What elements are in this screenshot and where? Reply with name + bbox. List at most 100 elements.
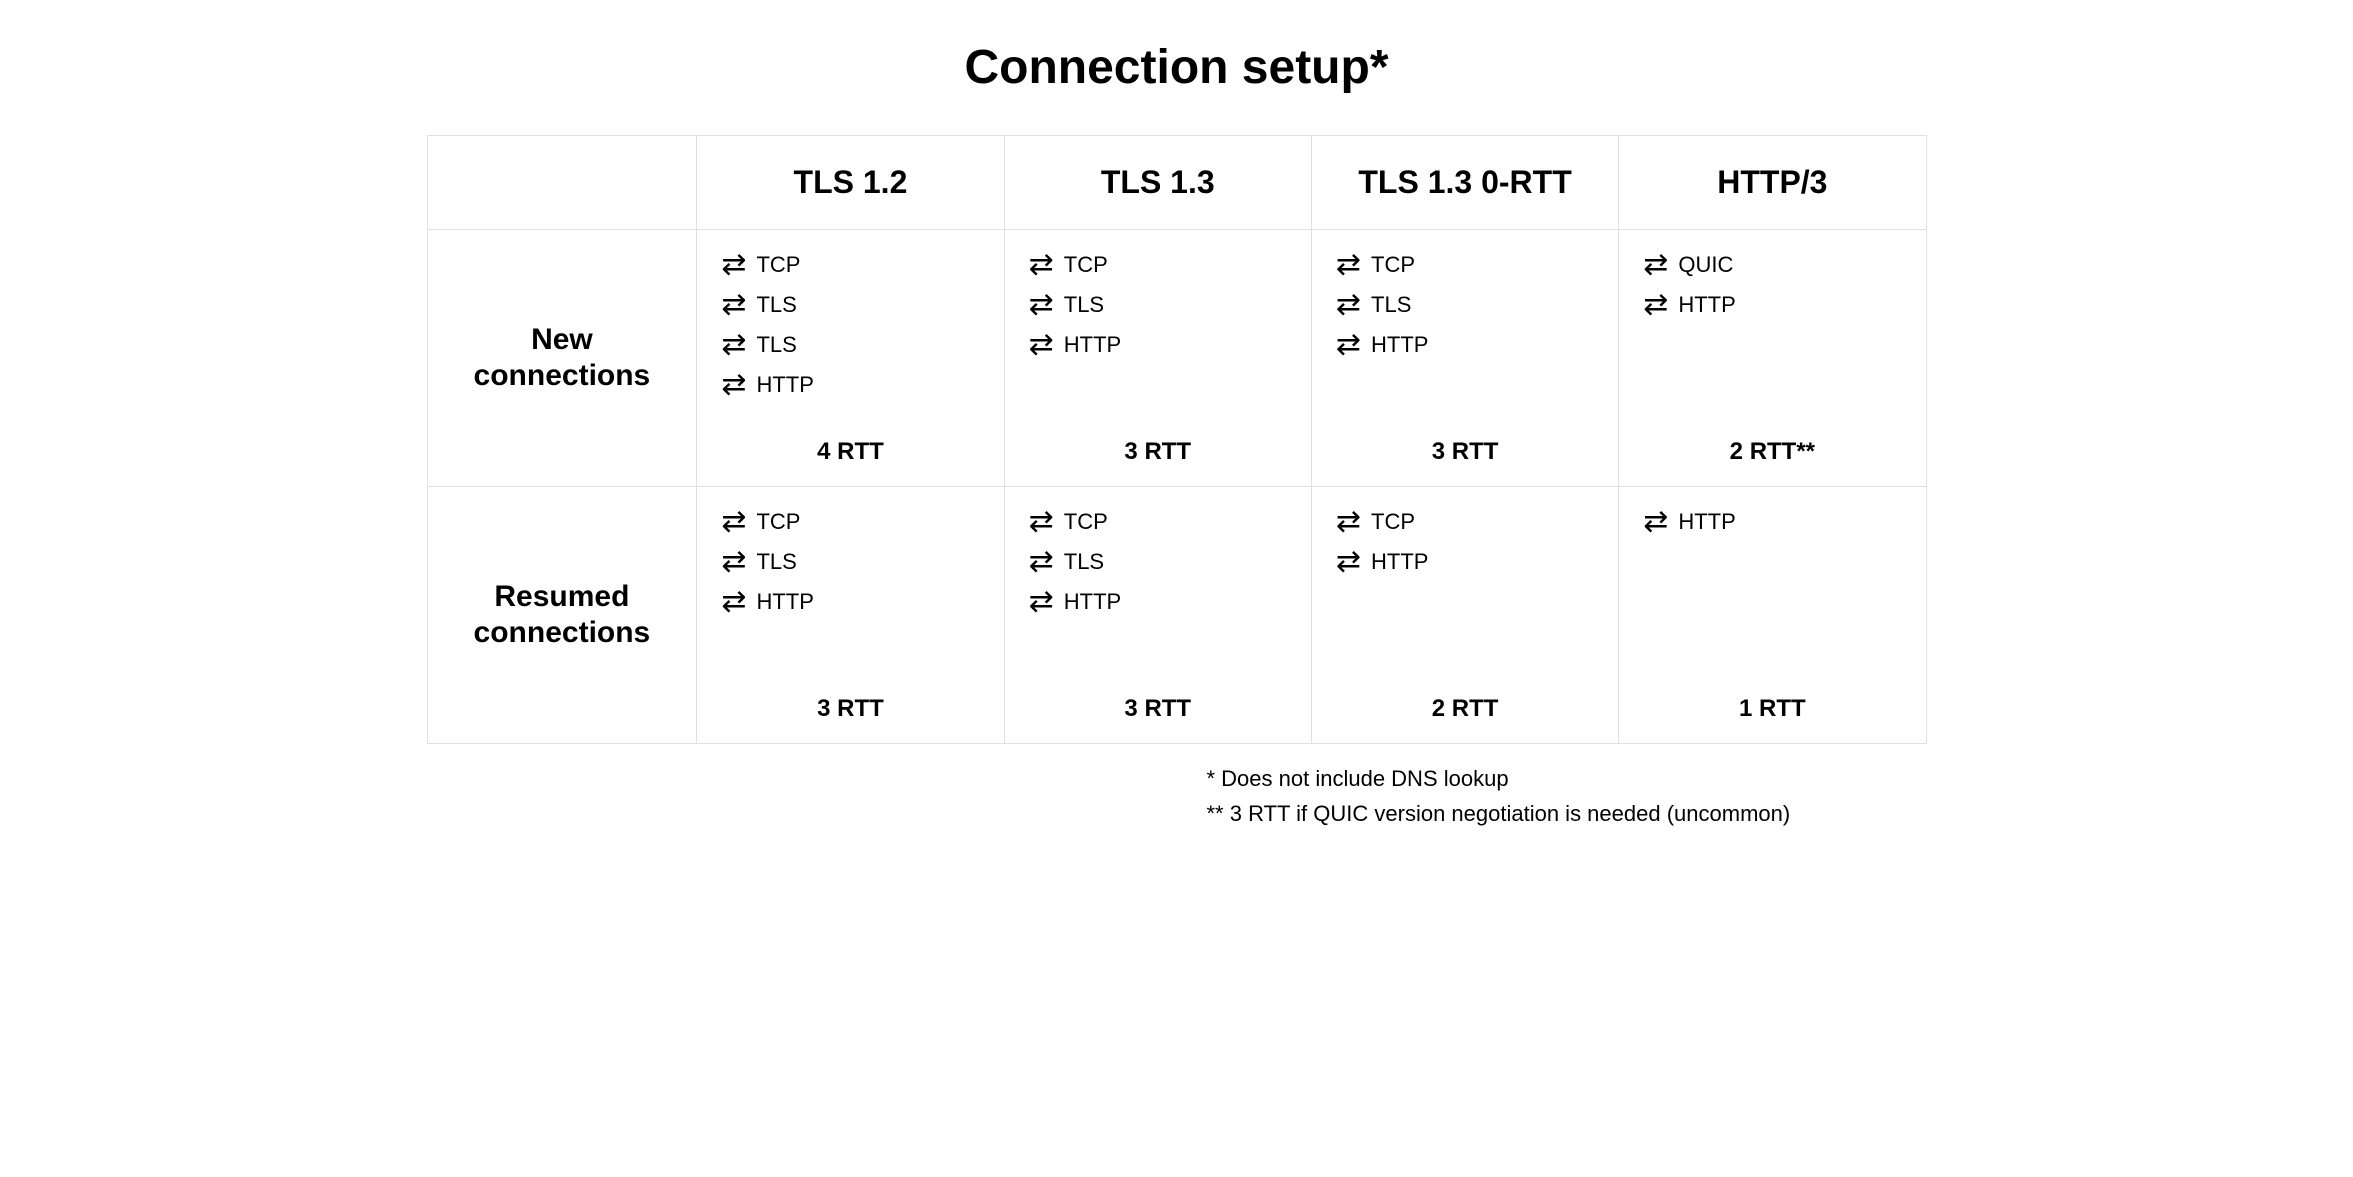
handshake-step: ⇄ TCP [721,250,979,280]
header-tls12: TLS 1.2 [697,136,1004,230]
bidirectional-arrows-icon: ⇄ [721,507,746,537]
cell-resumed-tls12: ⇄ TCP ⇄ TLS ⇄ HTTP 3 RTT [697,487,1004,744]
handshake-step: ⇄ TLS [1336,290,1594,320]
row-resumed-connections: Resumed connections ⇄TCP⇄TLS⇄HTTP 3 RTT … [427,487,1926,744]
rtt-value: 3 RTT [1336,438,1594,466]
header-tls13-0rtt: TLS 1.3 0-RTT [1311,136,1618,230]
bidirectional-arrows-icon: ⇄ [721,587,746,617]
steps-list: ⇄ TCP ⇄ TLS ⇄ HTTP [1029,250,1287,410]
handshake-step: ⇄ HTTP [1029,330,1287,360]
steps-list: ⇄ TCP ⇄ TLS ⇄ HTTP [721,507,979,667]
steps-list: ⇄ QUIC ⇄ HTTP [1643,250,1901,410]
protocol-label: TCP [1064,509,1108,535]
handshake-step: ⇄ TLS [1029,290,1287,320]
steps-list: ⇄ TCP ⇄ TLS ⇄ HTTP [1029,507,1287,667]
row-label-resumed: Resumed connections [427,487,697,744]
protocol-label: TCP [1371,252,1415,278]
comparison-table: TLS 1.2 TLS 1.3 TLS 1.3 0-RTT HTTP/3 New… [427,135,1927,744]
bidirectional-arrows-icon: ⇄ [1643,290,1668,320]
rtt-value: 3 RTT [1029,438,1287,466]
bidirectional-arrows-icon: ⇄ [721,330,746,360]
cell-new-http3: ⇄ QUIC ⇄ HTTP 2 RTT** [1619,230,1926,487]
rtt-value: 2 RTT** [1643,438,1901,466]
handshake-step: ⇄ HTTP [1336,547,1594,577]
bidirectional-arrows-icon: ⇄ [1336,547,1361,577]
diagram-title: Connection setup* [427,40,1927,95]
handshake-step: ⇄ HTTP [721,370,979,400]
protocol-label: TLS [756,292,796,318]
row-label-new: New connections [427,230,697,487]
cell-new-tls12: ⇄ TCP ⇄ TLS ⇄ TLS ⇄ HTTP 4 RTT [697,230,1004,487]
protocol-label: HTTP [1678,292,1735,318]
cell-new-tls13: ⇄ TCP ⇄ TLS ⇄ HTTP 3 RTT [1004,230,1311,487]
protocol-label: TLS [1064,292,1104,318]
protocol-label: TCP [1064,252,1108,278]
protocol-label: TLS [1064,549,1104,575]
handshake-step: ⇄ HTTP [1643,290,1901,320]
handshake-step: ⇄ TCP [1336,250,1594,280]
handshake-step: ⇄ HTTP [721,587,979,617]
bidirectional-arrows-icon: ⇄ [1336,330,1361,360]
bidirectional-arrows-icon: ⇄ [1029,330,1054,360]
rtt-value: 3 RTT [721,695,979,723]
rtt-value: 2 RTT [1336,695,1594,723]
protocol-label: HTTP [1678,509,1735,535]
handshake-step: ⇄ TLS [1029,547,1287,577]
handshake-step: ⇄ QUIC [1643,250,1901,280]
bidirectional-arrows-icon: ⇄ [1643,507,1668,537]
header-tls13: TLS 1.3 [1004,136,1311,230]
cell-resumed-tls13-0rtt: ⇄ TCP ⇄ HTTP 2 RTT [1311,487,1618,744]
footnote-1: * Does not include DNS lookup [1207,762,1927,795]
steps-list: ⇄ HTTP [1643,507,1901,667]
protocol-label: HTTP [1064,589,1121,615]
cell-new-tls13-0rtt: ⇄ TCP ⇄ TLS ⇄ HTTP 3 RTT [1311,230,1618,487]
bidirectional-arrows-icon: ⇄ [1029,547,1054,577]
bidirectional-arrows-icon: ⇄ [1029,250,1054,280]
handshake-step: ⇄ HTTP [1643,507,1901,537]
steps-list: ⇄ TCP ⇄ HTTP [1336,507,1594,667]
steps-list: ⇄ TCP ⇄ TLS ⇄ TLS ⇄ HTTP [721,250,979,410]
rtt-value: 4 RTT [721,438,979,466]
handshake-step: ⇄ TCP [1029,507,1287,537]
handshake-step: ⇄ TLS [721,290,979,320]
protocol-label: TCP [756,252,800,278]
protocol-label: TCP [756,509,800,535]
protocol-label: TCP [1371,509,1415,535]
protocol-label: TLS [756,332,796,358]
cell-resumed-tls13: ⇄TCP⇄TLS⇄HTTP 3 RTT [1004,487,1311,744]
protocol-label: HTTP [1371,549,1428,575]
bidirectional-arrows-icon: ⇄ [721,250,746,280]
header-empty [427,136,697,230]
bidirectional-arrows-icon: ⇄ [1336,290,1361,320]
handshake-step: ⇄ HTTP [1029,587,1287,617]
protocol-label: HTTP [1064,332,1121,358]
protocol-label: TLS [756,549,796,575]
protocol-label: QUIC [1678,252,1733,278]
bidirectional-arrows-icon: ⇄ [1029,290,1054,320]
cell-resumed-http3: ⇄ HTTP 1 RTT [1619,487,1926,744]
header-row: TLS 1.2 TLS 1.3 TLS 1.3 0-RTT HTTP/3 [427,136,1926,230]
protocol-label: HTTP [1371,332,1428,358]
handshake-step: ⇄ HTTP [1336,330,1594,360]
bidirectional-arrows-icon: ⇄ [721,290,746,320]
steps-list: ⇄ TCP ⇄ TLS ⇄ HTTP [1336,250,1594,410]
bidirectional-arrows-icon: ⇄ [1029,587,1054,617]
handshake-step: ⇄ TCP [721,507,979,537]
handshake-step: ⇄ TLS [721,547,979,577]
handshake-step: ⇄ TCP [1336,507,1594,537]
handshake-step: ⇄ TLS [721,330,979,360]
bidirectional-arrows-icon: ⇄ [721,547,746,577]
bidirectional-arrows-icon: ⇄ [1029,507,1054,537]
footnotes: * Does not include DNS lookup ** 3 RTT i… [427,762,1927,830]
bidirectional-arrows-icon: ⇄ [1643,250,1668,280]
header-http3: HTTP/3 [1619,136,1926,230]
row-new-connections: New connections ⇄TCP⇄TLS⇄TLS⇄HTTP 4 RTT … [427,230,1926,487]
protocol-label: HTTP [756,372,813,398]
rtt-value: 1 RTT [1643,695,1901,723]
handshake-step: ⇄ TCP [1029,250,1287,280]
protocol-label: TLS [1371,292,1411,318]
bidirectional-arrows-icon: ⇄ [1336,507,1361,537]
protocol-label: HTTP [756,589,813,615]
bidirectional-arrows-icon: ⇄ [1336,250,1361,280]
bidirectional-arrows-icon: ⇄ [721,370,746,400]
